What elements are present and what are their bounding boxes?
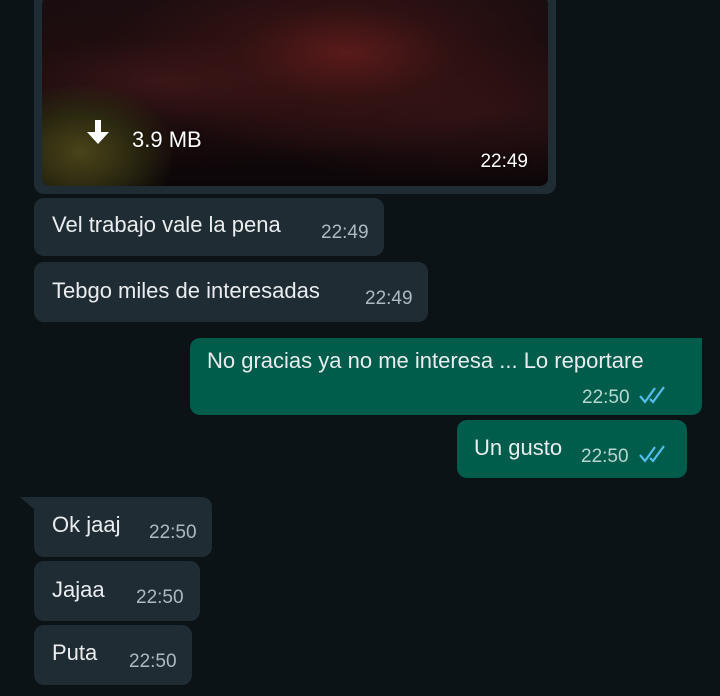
- message-text: Ok jaaj: [52, 512, 121, 537]
- double-check-read-icon: [639, 386, 665, 404]
- message-time: 22:49: [321, 222, 369, 243]
- message-text: Jajaa: [52, 577, 105, 602]
- media-message-bubble: 3.9 MB 22:49: [34, 0, 556, 194]
- message-text: Puta: [52, 640, 98, 665]
- message-time: 22:50: [149, 522, 197, 543]
- double-check-read-icon: [639, 445, 665, 463]
- message-time: 22:49: [365, 288, 413, 309]
- bubble-tail: [20, 497, 36, 511]
- message-bubble-incoming[interactable]: Ok jaaj 22:50: [34, 497, 212, 557]
- message-bubble-incoming[interactable]: Puta 22:50: [34, 625, 192, 685]
- message-bubble-incoming[interactable]: Tebgo miles de interesadas 22:49: [34, 262, 428, 322]
- download-arrow-icon[interactable]: [86, 120, 110, 148]
- message-bubble-incoming[interactable]: Jajaa 22:50: [34, 561, 200, 621]
- media-file-size: 3.9 MB: [132, 127, 202, 152]
- message-time: 22:50: [581, 446, 629, 467]
- message-bubble-outgoing[interactable]: Un gusto 22:50: [457, 420, 687, 478]
- message-time: 22:50: [582, 387, 630, 408]
- message-text: Un gusto: [474, 435, 563, 460]
- message-text: Vel trabajo vale la pena: [52, 212, 281, 237]
- message-bubble-outgoing[interactable]: No gracias ya no me interesa ... Lo repo…: [190, 338, 702, 415]
- media-timestamp: 22:49: [480, 151, 528, 172]
- message-time: 22:50: [129, 651, 177, 672]
- message-time: 22:50: [136, 587, 184, 608]
- media-thumbnail[interactable]: 3.9 MB 22:49: [42, 0, 548, 186]
- chat-area: 3.9 MB 22:49 Vel trabajo vale la pena 22…: [0, 0, 720, 696]
- message-text: No gracias ya no me interesa ... Lo repo…: [207, 348, 644, 373]
- message-text: Tebgo miles de interesadas: [52, 278, 320, 303]
- message-bubble-incoming[interactable]: Vel trabajo vale la pena 22:49: [34, 198, 384, 256]
